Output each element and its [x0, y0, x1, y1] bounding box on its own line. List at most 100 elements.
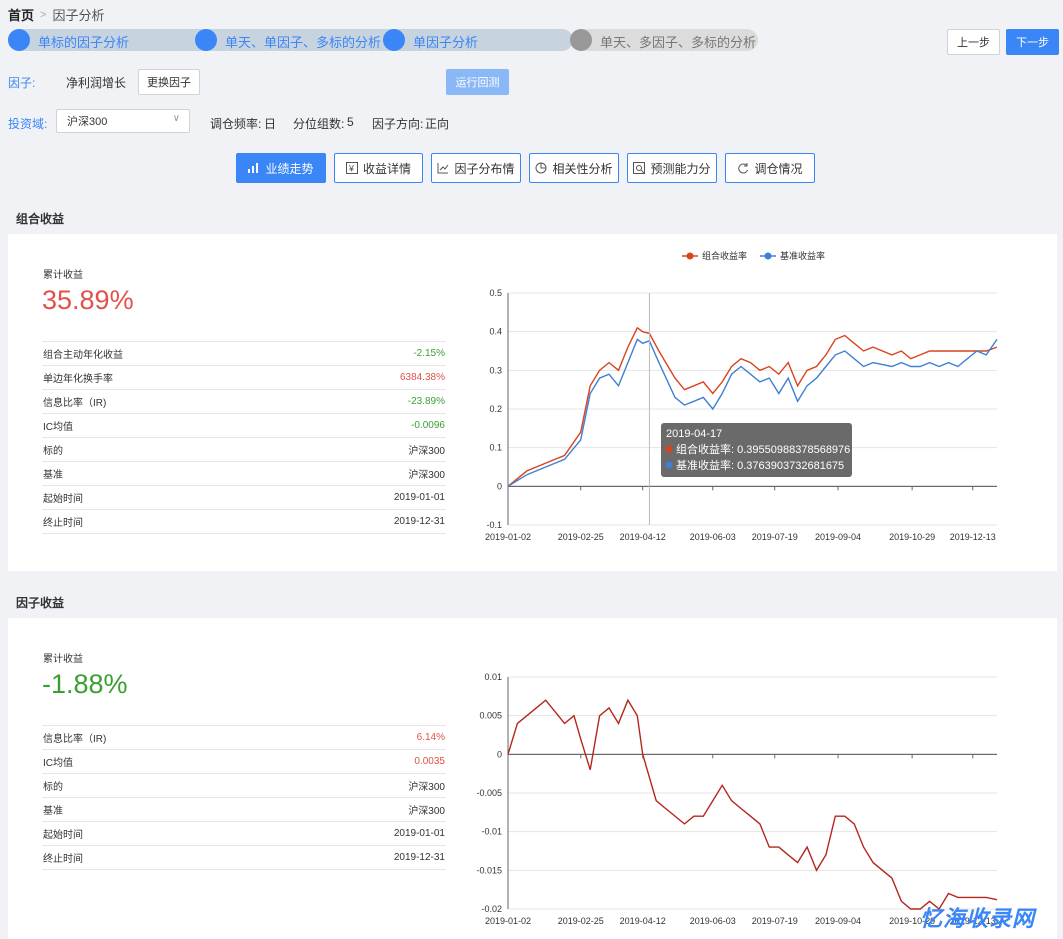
chart-tooltip: 2019-04-17 组合收益率: 0.39550988378568976 基准收益…	[661, 423, 852, 477]
table-row: 标的 沪深300	[42, 437, 446, 461]
next-step-button[interactable]: 下一步	[1006, 29, 1059, 55]
step-3-dot[interactable]	[383, 29, 405, 51]
universe-label: 投资域:	[8, 117, 48, 131]
factor-return-chart[interactable]: -0.02 -0.015 -0.01 -0.005 0 0.005 0.01 2019-01-…	[470, 664, 1010, 939]
tab-correlation[interactable]: 相关性分析	[529, 153, 619, 183]
y-tick-label: 0.1	[489, 443, 502, 453]
universe-select[interactable]: 沪深300 ∨	[56, 109, 190, 133]
tab-forecast[interactable]: 预测能力分	[627, 153, 717, 183]
x-tick-label: 2019-02-25	[558, 532, 604, 542]
x-tick-label: 2019-06-03	[690, 916, 736, 926]
step-1-label[interactable]: 单标的因子分析	[38, 32, 129, 51]
portfolio-cum-value: 35.89%	[42, 285, 134, 315]
table-row: 终止时间 2019-12-31	[42, 509, 446, 534]
tab-rebalance[interactable]: 调仓情况	[725, 153, 815, 183]
legend-label-2: 基准收益率	[780, 250, 825, 261]
breadcrumb-home[interactable]: 首页	[8, 5, 34, 24]
step-1-dot[interactable]	[8, 29, 30, 51]
table-row: 基准 沪深300	[42, 461, 446, 485]
table-row: 起始时间 2019-01-01	[42, 821, 446, 845]
portfolio-cum-label: 累计收益	[43, 270, 83, 281]
tab-correlation-label: 相关性分析	[552, 161, 613, 176]
yen-icon: ¥	[345, 162, 358, 174]
tab-return-detail[interactable]: ¥ 收益详情	[334, 153, 423, 183]
table-row: 组合主动年化收益 -2.15%	[42, 341, 446, 365]
tab-forecast-label: 预测能力分	[650, 161, 711, 176]
run-backtest-button[interactable]: 运行回测	[446, 69, 509, 95]
y-tick-label: 0.2	[489, 404, 502, 414]
legend-marker-1	[686, 252, 694, 260]
step-progress: 单标的因子分析 单天、单因子、多标的分析 单因子分析 单天、多因子、多标的分析	[8, 29, 758, 51]
x-tick-label: 2019-04-12	[620, 532, 666, 542]
y-tick-label: -0.02	[481, 904, 502, 914]
step-4-label[interactable]: 单天、多因子、多标的分析	[600, 32, 756, 51]
analysis-tabs: 业绩走势 ¥ 收益详情 因子分布情 相关性分析 预测能力分 调仓情况	[236, 153, 815, 183]
tab-factor-distribution[interactable]: 因子分布情	[431, 153, 521, 183]
refresh-icon	[738, 163, 749, 174]
factor-panel-header: 因子收益	[8, 586, 1063, 618]
x-tick-label: 2019-09-04	[815, 532, 861, 542]
x-tick-label: 2019-10-29	[889, 532, 935, 542]
factor-label: 因子:	[8, 76, 36, 90]
x-tick-label: 2019-04-12	[620, 916, 666, 926]
tooltip-date: 2019-04-17	[666, 428, 722, 440]
factor-cum-value: -1.88%	[42, 669, 128, 699]
change-factor-button[interactable]: 更换因子	[138, 69, 200, 95]
table-row: IC均值 0.0035	[42, 749, 446, 773]
y-tick-label: 0	[497, 749, 502, 759]
rebalance-freq-label: 调仓频率:	[210, 117, 262, 131]
x-tick-label: 2019-02-25	[558, 916, 604, 926]
tab-rebalance-label: 调仓情况	[754, 161, 803, 176]
portfolio-panel-title: 组合收益	[16, 211, 65, 226]
step-4-dot[interactable]	[570, 29, 592, 51]
svg-text:¥: ¥	[348, 164, 355, 174]
y-tick-label: 0.01	[484, 672, 502, 682]
table-row: 信息比率（IR) 6.14%	[42, 725, 446, 749]
portfolio-panel-header: 组合收益	[8, 202, 1063, 234]
factor-cum-label: 累计收益	[43, 654, 83, 665]
factor-direction-label: 因子方向:	[372, 117, 424, 131]
table-row: 起始时间 2019-01-01	[42, 485, 446, 509]
universe-select-value: 沪深300	[67, 116, 108, 128]
table-row: IC均值 -0.0096	[42, 413, 446, 437]
rebalance-freq-value: 日	[264, 117, 277, 131]
breadcrumb-current: 因子分析	[52, 8, 105, 23]
tab-return-detail-label: 收益详情	[362, 161, 411, 176]
factor-value: 净利润增长	[66, 76, 127, 90]
factor-direction-value: 正向	[425, 117, 450, 131]
table-row: 终止时间 2019-12-31	[42, 845, 446, 870]
tab-performance-label: 业绩走势	[265, 161, 314, 176]
y-tick-label: 0.005	[479, 711, 502, 721]
factor-panel-title: 因子收益	[16, 595, 65, 610]
y-tick-label: -0.01	[481, 827, 502, 837]
tab-performance[interactable]: 业绩走势	[236, 153, 326, 183]
tab-factor-distribution-label: 因子分布情	[454, 161, 515, 176]
chevron-down-icon: ∨	[172, 113, 180, 124]
step-3-label[interactable]: 单因子分析	[413, 32, 478, 51]
quantile-groups-label: 分位组数:	[293, 117, 345, 131]
tooltip-marker-2	[665, 461, 673, 469]
bar-chart-icon	[248, 163, 259, 173]
pie-chart-icon	[535, 162, 547, 174]
step-2-dot[interactable]	[195, 29, 217, 51]
step-2-label[interactable]: 单天、单因子、多标的分析	[225, 32, 381, 51]
breadcrumb: 首页 > 因子分析	[8, 5, 104, 24]
breadcrumb-separator: >	[40, 8, 47, 21]
portfolio-metrics-table: 组合主动年化收益 -2.15% 单边年化换手率 6384.38% 信息比率（IR) -…	[42, 341, 446, 534]
x-tick-label: 2019-01-02	[485, 532, 531, 542]
factor-metrics-table: 信息比率（IR) 6.14% IC均值 0.0035 标的 沪深300 基准 沪深300…	[42, 725, 446, 870]
table-row: 单边年化换手率 6384.38%	[42, 365, 446, 389]
watermark-logo: 忆海收录网	[919, 906, 1035, 931]
prev-step-button[interactable]: 上一步	[947, 29, 1000, 55]
y-tick-label: 0	[497, 481, 502, 491]
portfolio-return-chart[interactable]: -0.1 0 0.1 0.2 0.3 0.4 0.5 2019-01-02 2019-02-25…	[470, 244, 1010, 550]
x-tick-label: 2019-09-04	[815, 916, 861, 926]
forecast-icon	[633, 162, 646, 174]
x-tick-label: 2019-07-19	[752, 916, 798, 926]
table-row: 信息比率（IR) -23.89%	[42, 389, 446, 413]
line-chart-icon	[437, 163, 449, 174]
tooltip-marker-1	[665, 445, 673, 453]
x-tick-label: 2019-01-02	[485, 916, 531, 926]
x-tick-label: 2019-12-13	[950, 532, 996, 542]
y-tick-label: 0.5	[489, 288, 502, 298]
